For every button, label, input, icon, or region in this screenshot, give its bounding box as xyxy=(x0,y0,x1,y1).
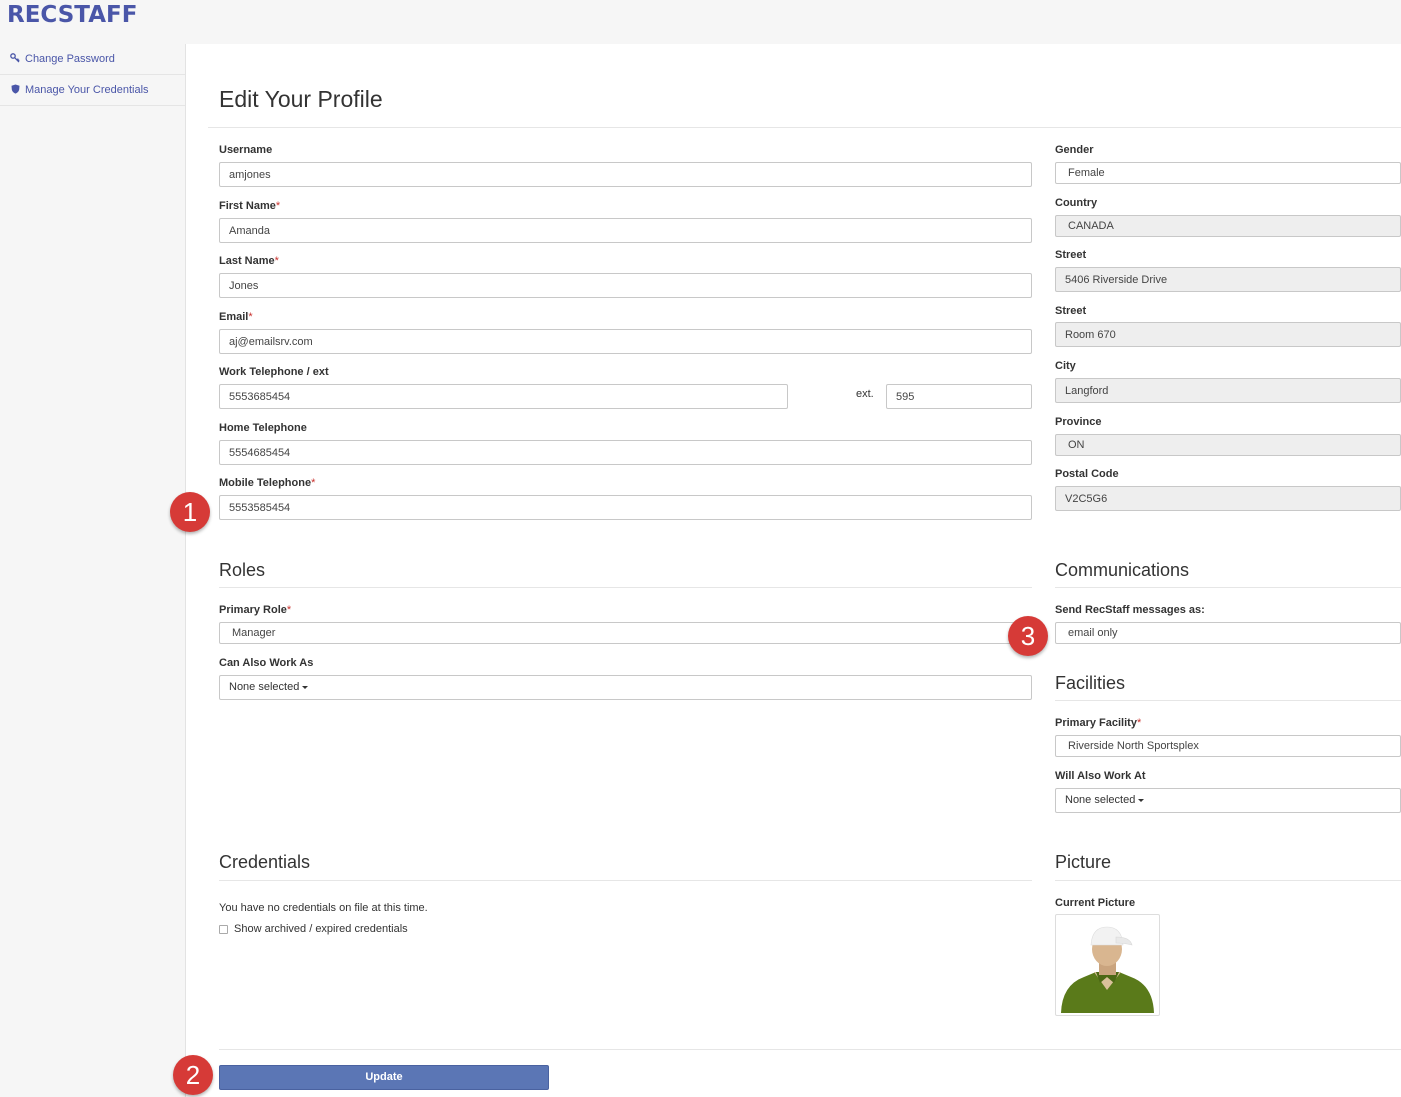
shield-icon xyxy=(10,84,20,97)
show-archived-checkbox[interactable] xyxy=(219,925,228,934)
street2-input[interactable] xyxy=(1055,322,1401,347)
send-messages-label: Send RecStaff messages as: xyxy=(1055,604,1205,616)
facilities-heading: Facilities xyxy=(1055,673,1126,693)
credentials-heading: Credentials xyxy=(219,852,311,872)
mobile-phone-input[interactable] xyxy=(219,495,1032,520)
city-input[interactable] xyxy=(1055,378,1401,403)
credentials-divider xyxy=(219,880,1032,881)
main-content xyxy=(186,44,1401,1097)
home-phone-label: Home Telephone xyxy=(219,422,307,434)
avatar-placeholder-icon xyxy=(1061,926,1154,1013)
email-input[interactable] xyxy=(219,329,1032,354)
work-phone-label: Work Telephone / ext xyxy=(219,366,329,378)
sidebar-item-change-password[interactable]: Change Password xyxy=(0,44,185,75)
also-work-at-label: Will Also Work At xyxy=(1055,770,1146,782)
postal-code-input[interactable] xyxy=(1055,486,1401,511)
city-label: City xyxy=(1055,360,1076,372)
no-credentials-text: You have no credentials on file at this … xyxy=(219,902,428,914)
communications-divider xyxy=(1055,587,1401,588)
primary-role-select[interactable]: Manager xyxy=(219,622,1032,644)
street1-input[interactable] xyxy=(1055,267,1401,292)
sidebar: Change Password Manage Your Credentials xyxy=(0,44,186,1097)
also-work-as-multiselect[interactable]: None selected xyxy=(219,675,1032,700)
app-logo[interactable]: RECSTAFF xyxy=(7,2,137,28)
gender-select[interactable]: Female xyxy=(1055,162,1401,184)
email-label: Email* xyxy=(219,311,253,323)
key-icon xyxy=(10,52,20,66)
also-work-as-label: Can Also Work As xyxy=(219,657,314,669)
current-picture-label: Current Picture xyxy=(1055,897,1136,909)
last-name-label: Last Name* xyxy=(219,255,279,267)
callout-badge-2: 2 xyxy=(173,1055,213,1095)
title-divider xyxy=(208,127,1401,128)
province-label: Province xyxy=(1055,416,1102,428)
picture-heading: Picture xyxy=(1055,852,1112,872)
roles-heading: Roles xyxy=(219,560,266,580)
sidebar-item-manage-credentials[interactable]: Manage Your Credentials xyxy=(0,75,185,106)
first-name-label: First Name* xyxy=(219,200,281,212)
page-title: Edit Your Profile xyxy=(219,86,383,112)
country-label: Country xyxy=(1055,197,1098,209)
send-messages-select[interactable]: email only xyxy=(1055,622,1401,644)
username-input[interactable] xyxy=(219,162,1032,187)
work-phone-input[interactable] xyxy=(219,384,788,409)
country-select[interactable]: CANADA xyxy=(1055,215,1401,237)
home-phone-input[interactable] xyxy=(219,440,1032,465)
ext-input[interactable] xyxy=(886,384,1032,409)
top-bar: RECSTAFF xyxy=(0,0,1401,44)
also-work-at-multiselect[interactable]: None selected xyxy=(1055,788,1401,813)
callout-badge-3: 3 xyxy=(1008,616,1048,656)
postal-code-label: Postal Code xyxy=(1055,468,1119,480)
facilities-divider xyxy=(1055,700,1401,701)
footer-divider xyxy=(219,1049,1401,1050)
picture-divider xyxy=(1055,880,1401,881)
communications-heading: Communications xyxy=(1055,560,1190,580)
show-archived-label[interactable]: Show archived / expired credentials xyxy=(234,923,408,935)
primary-facility-select[interactable]: Riverside North Sportsplex xyxy=(1055,735,1401,757)
primary-role-label: Primary Role* xyxy=(219,604,292,616)
last-name-input[interactable] xyxy=(219,273,1032,298)
first-name-input[interactable] xyxy=(219,218,1032,243)
current-picture[interactable] xyxy=(1055,914,1160,1016)
street2-label: Street xyxy=(1055,305,1087,317)
caret-down-icon xyxy=(302,685,309,689)
gender-label: Gender xyxy=(1055,144,1094,156)
roles-divider xyxy=(219,587,1032,588)
primary-facility-label: Primary Facility* xyxy=(1055,717,1142,729)
callout-badge-1: 1 xyxy=(170,492,210,532)
street1-label: Street xyxy=(1055,249,1087,261)
username-label: Username xyxy=(219,144,273,156)
caret-down-icon xyxy=(1138,798,1145,802)
update-button[interactable]: Update xyxy=(219,1065,549,1090)
sidebar-item-label: Change Password xyxy=(25,53,115,65)
province-select[interactable]: ON xyxy=(1055,434,1401,456)
sidebar-item-label: Manage Your Credentials xyxy=(25,84,149,96)
mobile-phone-label: Mobile Telephone* xyxy=(219,477,316,489)
ext-label: ext. xyxy=(856,388,874,400)
